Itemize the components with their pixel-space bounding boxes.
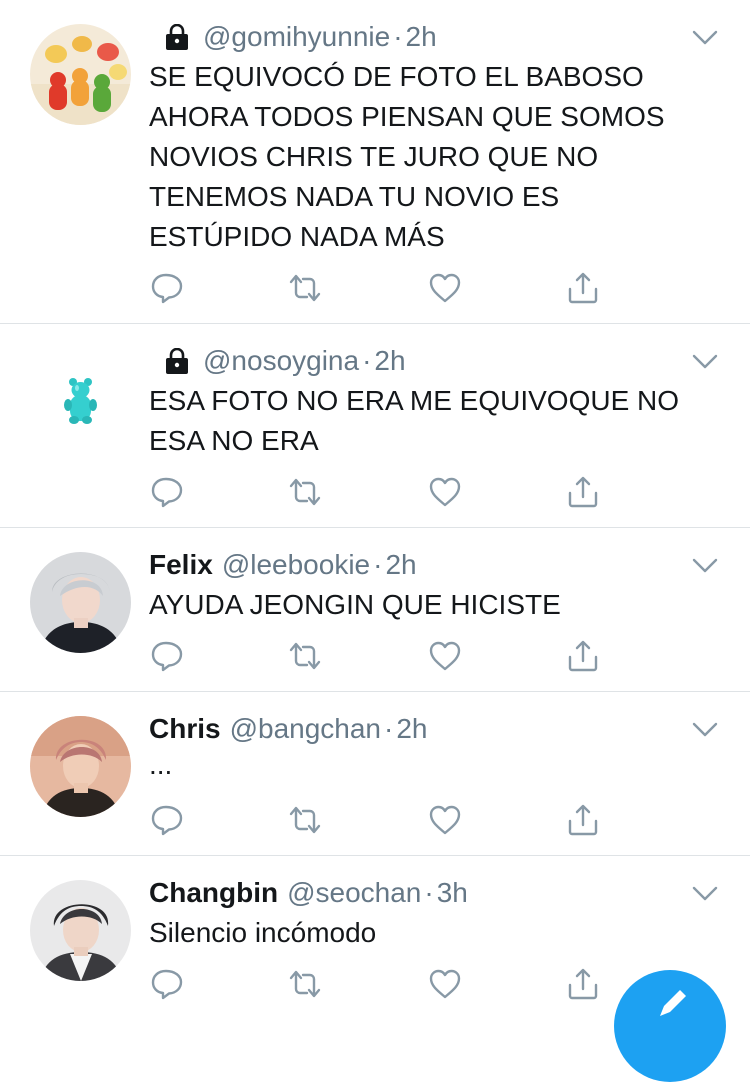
separator-dot: ·: [424, 877, 434, 908]
person-photo-avatar: [30, 880, 131, 981]
display-name[interactable]: Felix: [149, 548, 213, 582]
teal-gummy-bear-avatar: [30, 348, 131, 449]
chevron-down-icon[interactable]: [692, 886, 718, 902]
timestamp[interactable]: 3h: [437, 876, 468, 910]
gummy-bears-avatar: [30, 24, 131, 125]
timestamp[interactable]: 2h: [396, 712, 427, 746]
chevron-down-icon[interactable]: [692, 722, 718, 738]
lock-icon: [166, 24, 188, 50]
retweet-icon[interactable]: [288, 803, 322, 837]
compose-tweet-icon: [660, 990, 686, 1016]
timestamp[interactable]: 2h: [385, 548, 416, 582]
handle[interactable]: @gomihyunnie: [203, 20, 390, 54]
timeline: @gomihyunnie · 2h SE EQUIVOCÓ DE FOTO EL…: [0, 0, 750, 1018]
handle[interactable]: @seochan: [287, 876, 421, 910]
timestamp[interactable]: 2h: [374, 344, 405, 378]
retweet-icon[interactable]: [288, 967, 322, 1001]
chevron-down-icon[interactable]: [692, 558, 718, 574]
tweet-header: @gomihyunnie · 2h: [149, 20, 437, 54]
separator-dot: ·: [362, 345, 372, 376]
handle[interactable]: @bangchan: [230, 712, 381, 746]
tweet-header: Felix @leebookie · 2h: [149, 548, 417, 582]
tweet[interactable]: Chris @bangchan · 2h ...: [0, 692, 750, 856]
tweet-actions: [150, 639, 610, 673]
like-icon[interactable]: [428, 639, 462, 673]
tweet-text: ...: [149, 749, 173, 780]
chevron-down-icon[interactable]: [692, 30, 718, 46]
person-photo-avatar: [30, 716, 131, 817]
chevron-down-icon[interactable]: [692, 354, 718, 370]
tweet-header: Chris @bangchan · 2h: [149, 712, 428, 746]
share-icon[interactable]: [566, 967, 600, 1001]
tweet-actions: [150, 967, 610, 1001]
share-icon[interactable]: [566, 803, 600, 837]
reply-icon[interactable]: [150, 271, 184, 305]
handle[interactable]: @nosoygina: [203, 344, 359, 378]
tweet[interactable]: @nosoygina · 2h ESA FOTO NO ERA ME EQUIV…: [0, 324, 750, 528]
retweet-icon[interactable]: [288, 639, 322, 673]
like-icon[interactable]: [428, 803, 462, 837]
tweet-actions: [150, 271, 610, 305]
lock-icon: [166, 348, 188, 374]
like-icon[interactable]: [428, 967, 462, 1001]
person-photo-avatar: [30, 552, 131, 653]
avatar[interactable]: [30, 716, 131, 817]
separator-dot: ·: [373, 549, 383, 580]
tweet[interactable]: Felix @leebookie · 2h AYUDA JEONGIN QUE …: [0, 528, 750, 692]
avatar[interactable]: [30, 552, 131, 653]
reply-icon[interactable]: [150, 967, 184, 1001]
timestamp[interactable]: 2h: [406, 20, 437, 54]
display-name[interactable]: Chris: [149, 712, 221, 746]
tweet-text: AYUDA JEONGIN QUE HICISTE: [149, 589, 561, 620]
separator-dot: ·: [384, 713, 394, 744]
tweet-actions: [150, 475, 610, 509]
share-icon[interactable]: [566, 475, 600, 509]
avatar[interactable]: [30, 880, 131, 981]
tweet-header: Changbin @seochan · 3h: [149, 876, 468, 910]
handle[interactable]: @leebookie: [222, 548, 370, 582]
compose-tweet-button[interactable]: [614, 970, 726, 1082]
tweet-text: SE EQUIVOCÓ DE FOTO EL BABOSO AHORA TODO…: [149, 61, 665, 252]
avatar[interactable]: [30, 348, 131, 449]
like-icon[interactable]: [428, 475, 462, 509]
tweet[interactable]: @gomihyunnie · 2h SE EQUIVOCÓ DE FOTO EL…: [0, 0, 750, 324]
retweet-icon[interactable]: [288, 271, 322, 305]
like-icon[interactable]: [428, 271, 462, 305]
reply-icon[interactable]: [150, 639, 184, 673]
tweet-actions: [150, 803, 610, 837]
share-icon[interactable]: [566, 639, 600, 673]
share-icon[interactable]: [566, 271, 600, 305]
reply-icon[interactable]: [150, 803, 184, 837]
retweet-icon[interactable]: [288, 475, 322, 509]
avatar[interactable]: [30, 24, 131, 125]
reply-icon[interactable]: [150, 475, 184, 509]
display-name[interactable]: Changbin: [149, 876, 278, 910]
tweet-text: ESA FOTO NO ERA ME EQUIVOQUE NO ESA NO E…: [149, 385, 680, 456]
tweet-header: @nosoygina · 2h: [149, 344, 406, 378]
tweet-text: Silencio incómodo: [149, 917, 377, 948]
separator-dot: ·: [393, 21, 403, 52]
